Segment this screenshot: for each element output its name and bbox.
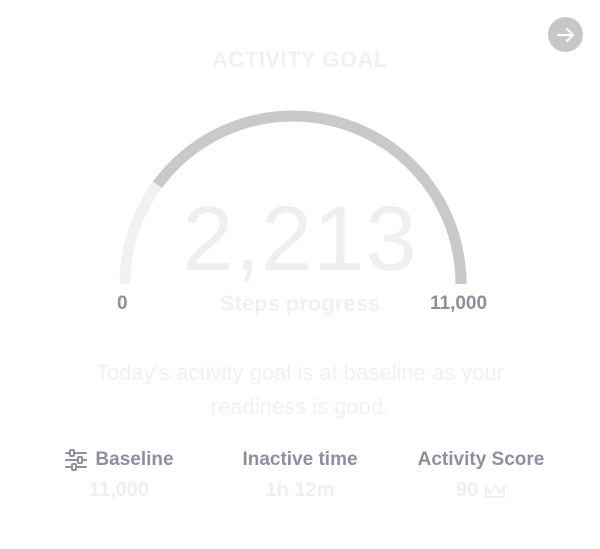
gauge-min-label: 0 <box>117 293 128 314</box>
stat-label: Inactive time <box>242 449 358 470</box>
stat-baseline[interactable]: Baseline 11,000 <box>60 449 178 502</box>
stat-activity-score[interactable]: Activity Score 90 <box>408 449 554 502</box>
steps-label: Steps progress <box>219 291 381 316</box>
stat-label: Baseline <box>95 449 174 470</box>
stat-value: 11,000 <box>88 479 150 501</box>
crown-icon <box>485 483 506 498</box>
goal-message: Today’s activity goal is at baseline as … <box>95 360 505 419</box>
stat-value: 1h 12m <box>265 479 335 501</box>
sliders-icon <box>65 449 88 471</box>
steps-count: 2,213 <box>182 188 418 290</box>
gauge-max-label: 11,000 <box>430 293 488 314</box>
stat-value: 90 <box>455 479 479 501</box>
stat-label: Activity Score <box>417 449 545 470</box>
stat-inactive-time[interactable]: Inactive time 1h 12m <box>230 449 370 502</box>
